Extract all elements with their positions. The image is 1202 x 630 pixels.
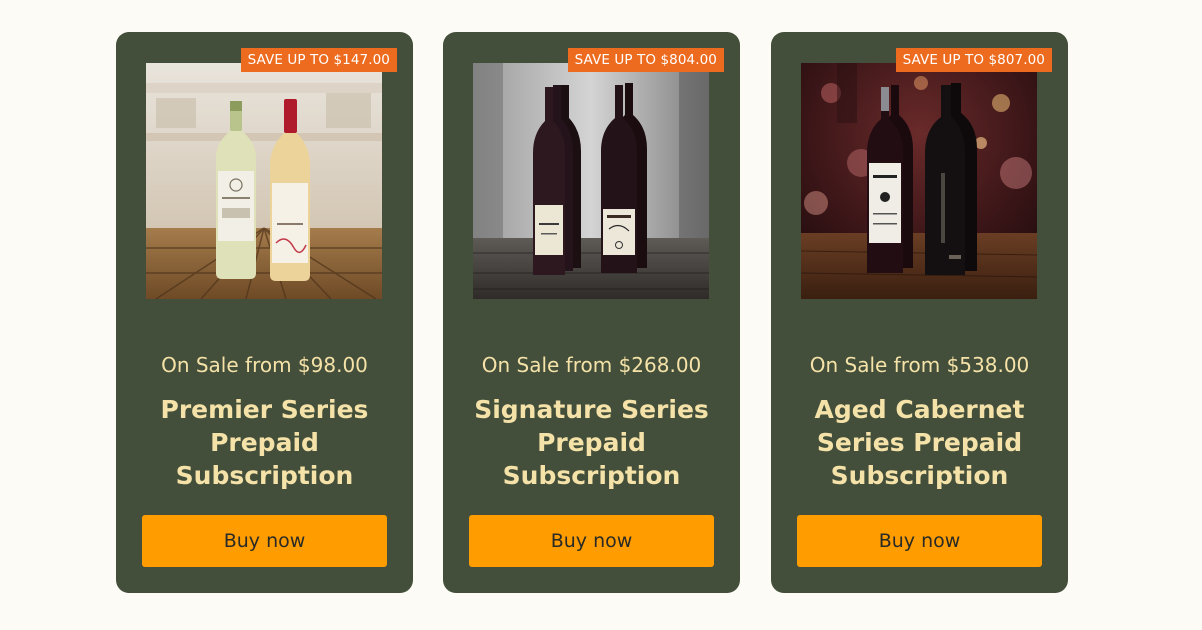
buy-now-button[interactable]: Buy now: [469, 515, 714, 567]
buy-now-button[interactable]: Buy now: [142, 515, 387, 567]
product-image-premier[interactable]: [146, 63, 382, 299]
savings-badge: SAVE UP TO $147.00: [240, 48, 397, 72]
savings-badge: SAVE UP TO $804.00: [567, 48, 724, 72]
product-card-signature: SAVE UP TO $804.00 On Sale from $268.00 …: [443, 32, 740, 593]
product-image-signature[interactable]: [473, 63, 709, 299]
subscription-offers: SAVE UP TO $147.00 On Sale from $98.00 P…: [0, 0, 1202, 630]
product-title[interactable]: Premier Series Prepaid Subscription: [140, 393, 389, 492]
sale-price: On Sale from $538.00: [809, 353, 1030, 377]
product-card-aged-cabernet: SAVE UP TO $807.00 On Sale from $538.00 …: [771, 32, 1068, 593]
product-title[interactable]: Signature Series Prepaid Subscription: [467, 393, 716, 492]
product-image-aged-cabernet[interactable]: [801, 63, 1037, 299]
product-card-premier: SAVE UP TO $147.00 On Sale from $98.00 P…: [116, 32, 413, 593]
buy-now-button[interactable]: Buy now: [797, 515, 1042, 567]
savings-badge: SAVE UP TO $807.00: [895, 48, 1052, 72]
product-title[interactable]: Aged Cabernet Series Prepaid Subscriptio…: [795, 393, 1044, 492]
sale-price: On Sale from $268.00: [481, 353, 702, 377]
sale-price: On Sale from $98.00: [161, 353, 368, 377]
